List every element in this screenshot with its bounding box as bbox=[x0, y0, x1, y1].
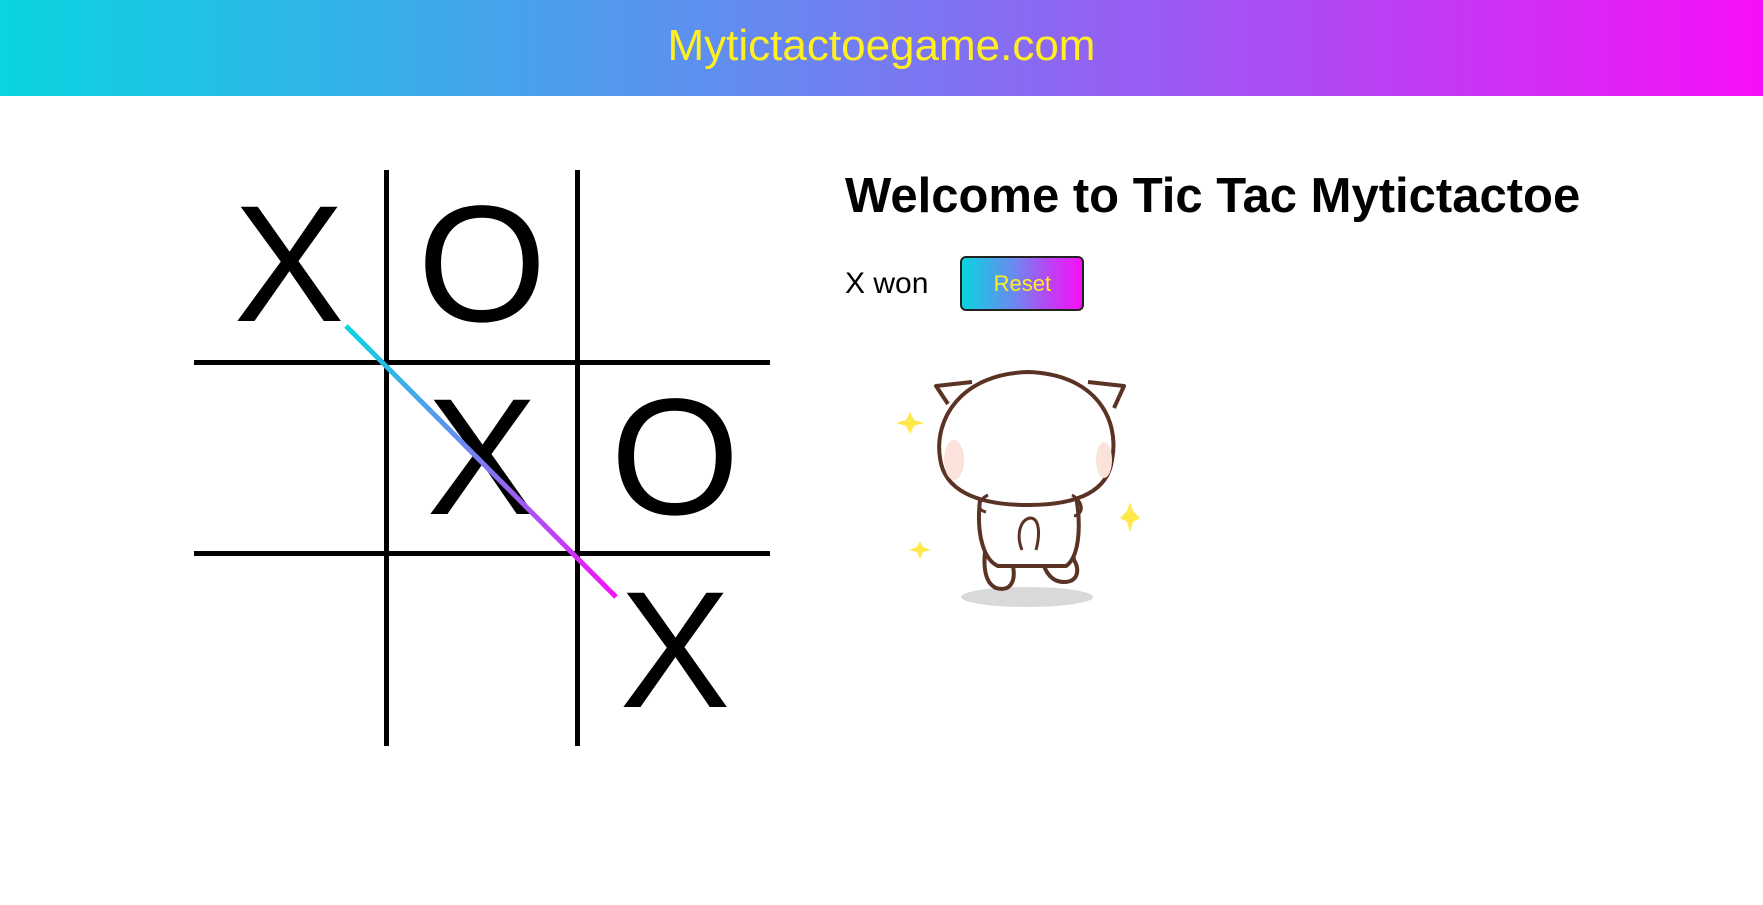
reset-button[interactable]: Reset bbox=[960, 256, 1085, 311]
site-title[interactable]: Mytictactoegame.com bbox=[668, 21, 1096, 71]
board-cell-3[interactable] bbox=[580, 170, 770, 360]
board-cell-5[interactable]: X bbox=[387, 363, 577, 553]
status-row: X won Reset bbox=[845, 256, 1085, 311]
board-cell-8[interactable] bbox=[387, 556, 577, 746]
board-cell-4[interactable] bbox=[194, 363, 384, 553]
sparkle-icon bbox=[896, 412, 924, 434]
walking-cat-sticker-icon bbox=[880, 360, 1180, 620]
board-cell-1[interactable]: X bbox=[194, 170, 384, 360]
board-cell-2[interactable]: O bbox=[387, 170, 577, 360]
board-cell-7[interactable] bbox=[194, 556, 384, 746]
page-title: Welcome to Tic Tac Mytictactoe bbox=[845, 169, 1581, 223]
board-cell-6[interactable]: O bbox=[580, 363, 770, 553]
game-board: X O X O X bbox=[194, 170, 770, 746]
game-status: X won bbox=[845, 266, 929, 300]
site-header: Mytictactoegame.com bbox=[0, 0, 1763, 96]
board-cell-9[interactable]: X bbox=[580, 556, 770, 746]
info-panel: Welcome to Tic Tac Mytictactoe bbox=[845, 168, 1580, 224]
